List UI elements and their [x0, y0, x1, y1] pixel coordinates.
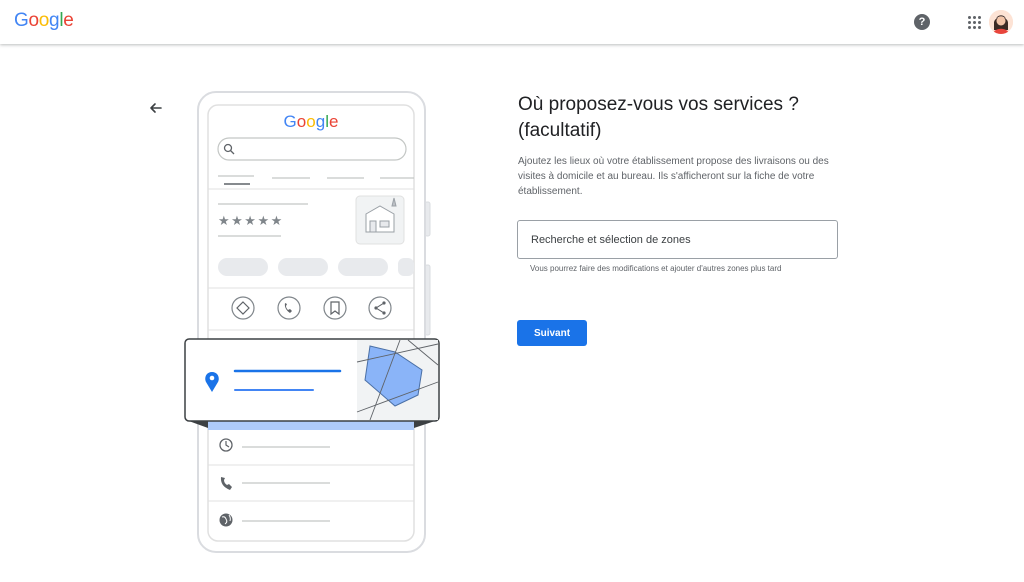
arrow-back-icon: [150, 103, 162, 113]
phone-illustration: Google ★★★★★: [180, 90, 442, 556]
help-icon[interactable]: ?: [914, 14, 930, 30]
back-button[interactable]: [146, 98, 166, 118]
page-title: Où proposez-vous vos services ? (faculta…: [518, 94, 799, 141]
service-area-search-input[interactable]: [529, 221, 833, 259]
share-icon: [368, 296, 392, 320]
google-logo[interactable]: Google: [14, 10, 74, 32]
rating-stars: ★★★★★: [218, 213, 284, 228]
field-hint: Vous pourrez faire des modifications et …: [530, 264, 782, 273]
next-button[interactable]: Suivant: [517, 320, 587, 346]
apps-grid-icon[interactable]: [968, 16, 982, 30]
service-area-map: [356, 339, 439, 421]
page-description: Ajoutez les lieux où votre établissement…: [518, 156, 829, 197]
logo-letter: e: [63, 10, 74, 31]
logo-letter: o: [28, 10, 39, 31]
logo-letter: g: [49, 10, 60, 31]
service-area-field[interactable]: [517, 220, 838, 259]
bookmark-icon: [323, 296, 347, 320]
logo-letter: o: [38, 10, 50, 31]
directions-icon: [231, 296, 255, 320]
phone-google-logo: Google: [284, 112, 339, 131]
top-bar: Google ?: [0, 0, 1024, 44]
phone-icon: [277, 296, 301, 320]
account-avatar-icon[interactable]: [989, 10, 1013, 34]
phone-search-bar: [217, 137, 407, 161]
globe-icon: [219, 513, 233, 527]
logo-letter: G: [14, 10, 29, 31]
